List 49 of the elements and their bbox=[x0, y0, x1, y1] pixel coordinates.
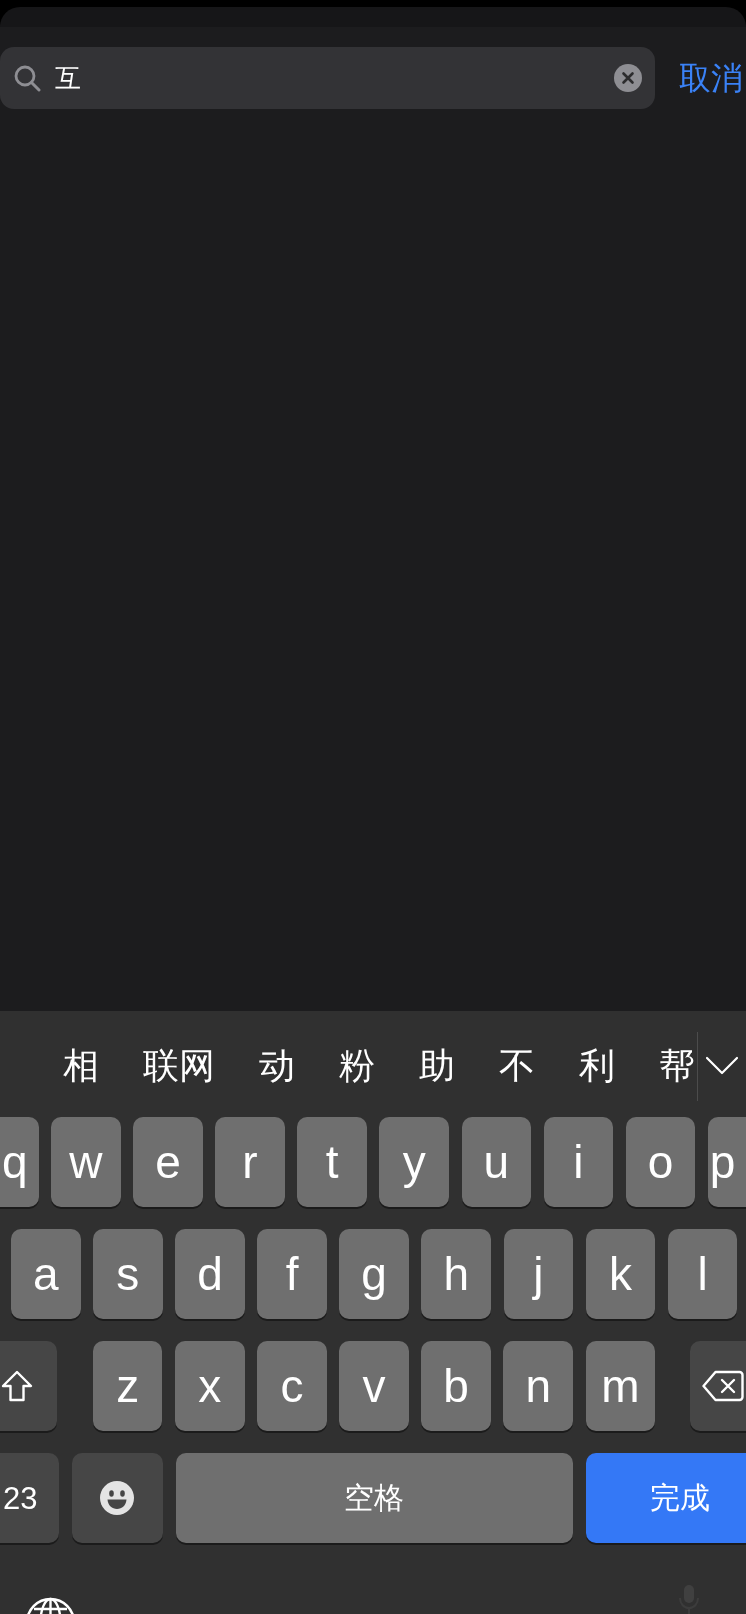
letter-key[interactable]: o bbox=[625, 1117, 696, 1207]
letter-key[interactable]: k bbox=[585, 1229, 656, 1319]
letter-key[interactable]: n bbox=[503, 1341, 573, 1431]
letter-key[interactable]: x bbox=[175, 1341, 245, 1431]
letter-key[interactable]: w bbox=[51, 1117, 121, 1207]
backspace-key[interactable] bbox=[689, 1341, 746, 1431]
candidate-word[interactable]: 帮 bbox=[659, 1046, 695, 1086]
letter-key[interactable]: m bbox=[585, 1341, 656, 1431]
candidate-word[interactable]: 助 bbox=[419, 1046, 455, 1086]
shift-key[interactable] bbox=[0, 1341, 57, 1431]
letter-key[interactable]: j bbox=[503, 1229, 574, 1319]
space-key[interactable]: 空格 bbox=[175, 1453, 574, 1543]
search-field[interactable]: 互 bbox=[0, 47, 655, 109]
letter-key[interactable]: u bbox=[461, 1117, 532, 1207]
done-key[interactable]: 完成 bbox=[585, 1453, 746, 1543]
letter-key[interactable]: g bbox=[339, 1229, 409, 1319]
letter-key[interactable]: y bbox=[379, 1117, 449, 1207]
letter-key[interactable]: r bbox=[215, 1117, 285, 1207]
numbers-key[interactable]: 23 bbox=[0, 1453, 59, 1543]
letter-key[interactable]: p bbox=[707, 1117, 746, 1207]
letter-key[interactable]: q bbox=[0, 1117, 39, 1207]
letter-key[interactable]: f bbox=[257, 1229, 327, 1319]
cancel-button[interactable]: 取消 bbox=[679, 62, 743, 94]
letter-key[interactable]: v bbox=[339, 1341, 409, 1431]
letter-key[interactable]: d bbox=[175, 1229, 245, 1319]
letter-key[interactable]: a bbox=[11, 1229, 81, 1319]
search-icon bbox=[14, 64, 41, 92]
letter-key[interactable]: e bbox=[133, 1117, 203, 1207]
candidate-word[interactable]: 相 bbox=[63, 1046, 99, 1086]
letter-key[interactable]: z bbox=[93, 1341, 163, 1431]
backspace-icon bbox=[701, 1370, 744, 1402]
letter-key[interactable]: c bbox=[257, 1341, 327, 1431]
letter-key[interactable]: s bbox=[93, 1229, 163, 1319]
emoji-icon bbox=[100, 1481, 135, 1515]
letter-key[interactable]: h bbox=[421, 1229, 491, 1319]
emoji-key[interactable] bbox=[71, 1453, 164, 1543]
letter-key[interactable]: i bbox=[543, 1117, 614, 1207]
candidate-word[interactable]: 不 bbox=[499, 1046, 535, 1086]
shift-icon bbox=[1, 1370, 33, 1402]
letter-key[interactable]: t bbox=[297, 1117, 367, 1207]
globe-icon[interactable] bbox=[25, 1597, 76, 1614]
letter-key[interactable]: b bbox=[421, 1341, 491, 1431]
candidate-word[interactable]: 动 bbox=[259, 1046, 295, 1086]
letter-key[interactable]: l bbox=[667, 1229, 738, 1319]
chevron-down-icon[interactable] bbox=[705, 1056, 739, 1076]
candidate-word[interactable]: 粉 bbox=[339, 1046, 375, 1086]
candidate-word[interactable]: 利 bbox=[579, 1046, 615, 1086]
candidate-word[interactable]: 联网 bbox=[143, 1046, 215, 1086]
clear-icon[interactable] bbox=[614, 64, 642, 92]
